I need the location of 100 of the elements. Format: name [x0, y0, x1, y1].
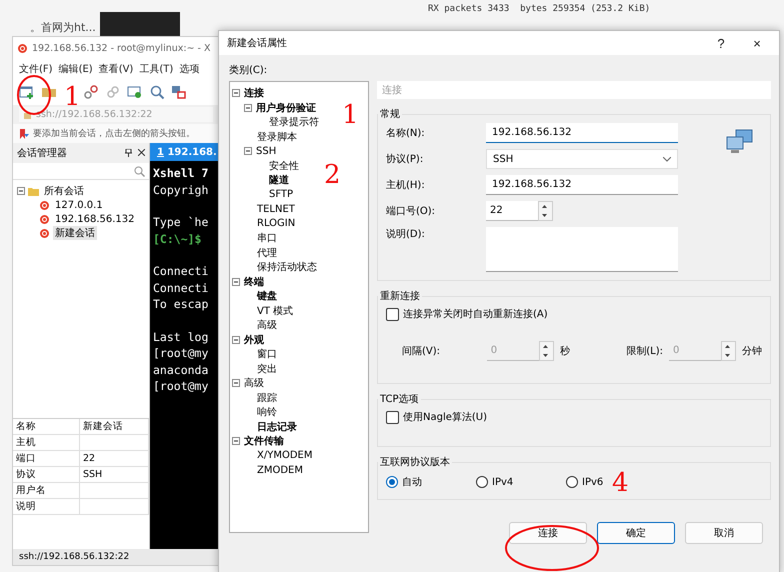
dialog-title: 新建会话属性 [227, 36, 288, 50]
collapse-icon[interactable] [244, 147, 252, 156]
tree-item[interactable]: 高级 [243, 376, 265, 390]
spin-buttons[interactable] [538, 341, 554, 361]
radio-option[interactable]: 自动 [386, 475, 422, 489]
tree-item[interactable]: 键盘 [256, 289, 278, 304]
search-icon[interactable] [149, 84, 165, 100]
close-icon[interactable] [138, 149, 145, 156]
tree-item[interactable]: 日志记录 [256, 420, 298, 434]
session-item[interactable]: 新建会话 [53, 226, 97, 240]
collapse-icon[interactable] [232, 278, 240, 286]
radio-option[interactable]: IPv4 [476, 475, 514, 489]
dialog-button[interactable]: 确定 [597, 522, 675, 544]
tree-item[interactable]: 跟踪 [256, 390, 278, 405]
terminal-line: anaconda [153, 362, 210, 378]
hint-text: 要添加当前会话，点击左侧的箭头按钮。 [33, 128, 195, 140]
session-item[interactable]: 192.168.56.132 [53, 214, 137, 224]
tree-item[interactable]: 保持活动状态 [256, 260, 318, 274]
tree-item[interactable]: 突出 [256, 362, 278, 376]
section-header: 连接 [377, 81, 771, 99]
group-title: TCP选项 [379, 392, 420, 406]
property-value: SSH [80, 467, 149, 483]
spin-buttons[interactable] [721, 341, 736, 361]
unit-label: 秒 [560, 344, 571, 358]
new-session-icon[interactable] [19, 84, 35, 100]
description-field[interactable] [486, 227, 678, 272]
terminal-line: Connecti [153, 280, 210, 296]
tree-item[interactable]: 隧道 [268, 173, 290, 188]
tree-item[interactable]: 所有会话 [42, 184, 86, 198]
terminal-tab[interactable]: 1 192.168. [150, 143, 219, 161]
tree-item[interactable]: TELNET [256, 204, 296, 215]
annotation-number: 2 [324, 162, 341, 188]
category-label: 类别(C): [229, 64, 268, 77]
menu-item[interactable]: 查看(V) [98, 62, 134, 76]
property-name: 协议 [13, 467, 80, 483]
property-name: 用户名 [13, 483, 80, 499]
menu-item[interactable]: 编辑(E) [58, 62, 93, 76]
radio-option[interactable]: IPv6 [566, 475, 604, 489]
name-field[interactable]: 192.168.56.132 [486, 123, 678, 143]
host-field[interactable]: 192.168.56.132 [486, 175, 678, 195]
field-label: 说明(D): [386, 228, 426, 241]
property-name: 端口 [13, 451, 80, 467]
connect-icon[interactable] [83, 84, 99, 100]
tree-item[interactable]: 安全性 [268, 158, 300, 173]
property-value [80, 483, 149, 499]
pin-icon[interactable] [125, 149, 132, 157]
menu-item[interactable]: 选项 [179, 62, 200, 76]
annotation-number: 1 [342, 102, 359, 128]
property-name: 主机 [13, 435, 80, 451]
menu-item[interactable]: 文件(F) [19, 62, 53, 76]
tree-item[interactable]: 连接 [243, 86, 265, 100]
snail-icon [17, 42, 28, 54]
tree-item[interactable]: ZMODEM [256, 464, 304, 476]
menu-item[interactable]: 工具(T) [139, 62, 174, 76]
help-button[interactable]: ? [707, 32, 735, 54]
snail-icon [39, 200, 50, 210]
reconnect-checkbox[interactable]: 连接异常关闭时自动重新连接(A) [386, 307, 762, 321]
tree-item[interactable]: 高级 [256, 318, 278, 332]
dialog-button[interactable]: 取消 [685, 522, 763, 544]
tree-item[interactable]: 文件传输 [243, 434, 285, 448]
property-name: 名称 [13, 419, 80, 435]
number-field[interactable]: 22 [486, 201, 538, 221]
dialog-button[interactable]: 连接 [509, 522, 587, 544]
tree-item[interactable]: 窗口 [256, 347, 278, 362]
tree-item[interactable]: 代理 [256, 246, 278, 260]
collapse-icon[interactable] [244, 104, 252, 112]
session-item[interactable]: 127.0.0.1 [53, 200, 105, 210]
collapse-icon[interactable] [232, 379, 240, 388]
field-label: 限制(L): [626, 344, 663, 358]
close-button[interactable]: × [743, 32, 771, 54]
unit-label: 分钟 [742, 344, 762, 358]
collapse-icon[interactable] [232, 336, 240, 344]
property-name: 说明 [13, 499, 80, 515]
tree-item[interactable]: 用户身份验证 [255, 100, 317, 115]
tree-item[interactable]: RLOGIN [256, 218, 296, 230]
nagle-checkbox[interactable]: 使用Nagle算法(U) [386, 410, 762, 424]
tree-item[interactable]: X/YMODEM [256, 450, 314, 462]
property-value [80, 499, 149, 515]
layout-icon[interactable] [171, 84, 187, 100]
search-icon [134, 166, 145, 176]
terminal-line: Connecti [153, 263, 210, 280]
tree-item[interactable]: VT 模式 [256, 304, 294, 318]
tree-item[interactable]: 外观 [243, 332, 265, 347]
property-value [80, 435, 149, 451]
collapse-icon[interactable] [17, 187, 25, 195]
tree-item[interactable]: SSH [255, 146, 278, 157]
tree-item[interactable]: 登录提示符 [268, 115, 320, 130]
tree-item[interactable]: 串口 [256, 231, 278, 246]
tree-item[interactable]: 终端 [243, 274, 265, 289]
spin-buttons[interactable] [538, 201, 553, 221]
tree-item[interactable]: 响铃 [256, 405, 278, 420]
tree-item[interactable]: 登录脚本 [256, 130, 298, 144]
terminal-text: RX packets 3433 bytes 259354 (253.2 KiB) [428, 4, 650, 14]
field-label: 间隔(V): [402, 345, 442, 358]
tree-item[interactable]: SFTP [268, 189, 294, 200]
settings-icon[interactable] [127, 84, 143, 100]
collapse-icon[interactable] [232, 89, 240, 98]
panel-title: 会话管理器 [17, 146, 67, 160]
collapse-icon[interactable] [232, 437, 240, 446]
protocol-dropdown[interactable]: SSH [486, 149, 678, 169]
